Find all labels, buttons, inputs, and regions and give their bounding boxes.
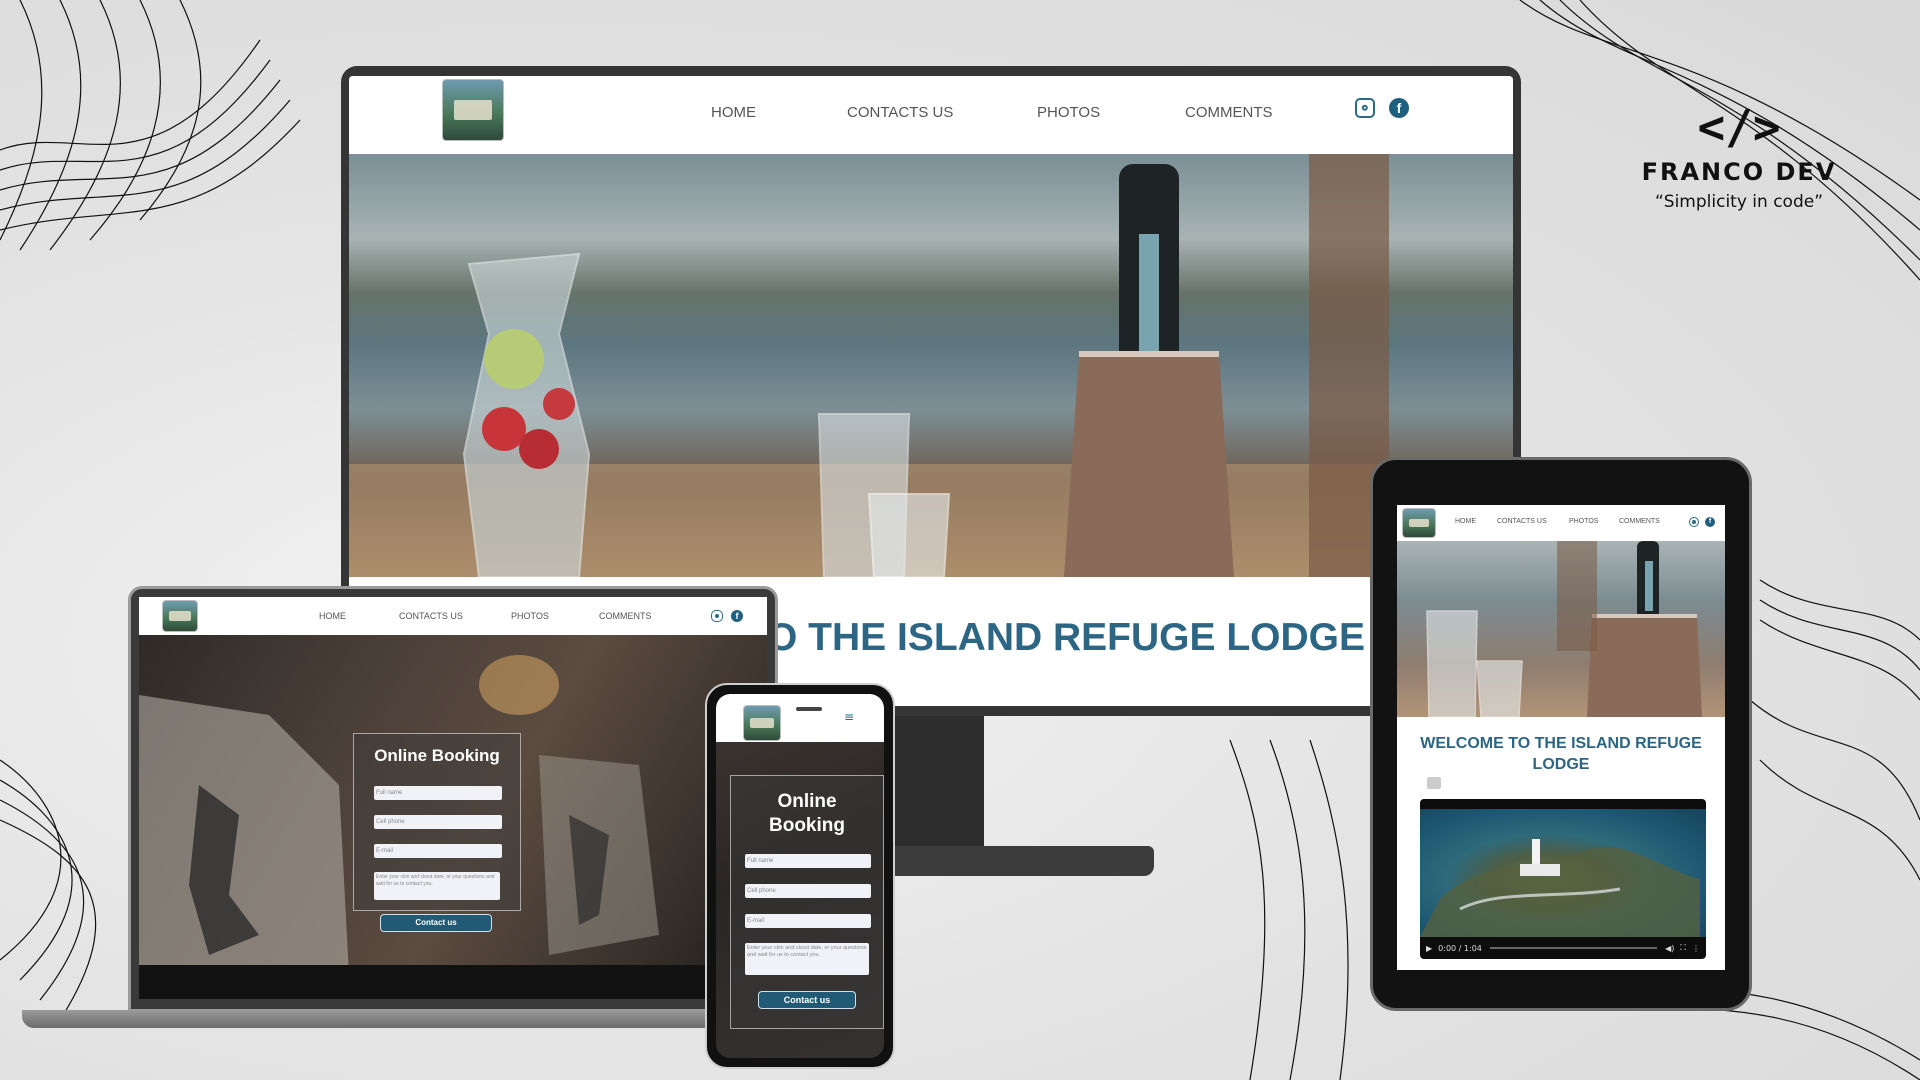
instagram-icon[interactable] — [1689, 517, 1699, 527]
caption-badge — [1427, 777, 1441, 789]
nav-contacts[interactable]: CONTACTS US — [847, 104, 1037, 121]
tablet: HOME CONTACTS US PHOTOS COMMENTS f WELCO… — [1370, 457, 1752, 1011]
phone-navbar: ≡ — [716, 694, 884, 743]
volume-icon[interactable]: ◀) — [1665, 944, 1674, 953]
tablet-social-links: f — [1689, 517, 1715, 527]
laptop-social-links: f — [711, 610, 743, 622]
nav-photos[interactable]: PHOTOS — [1569, 518, 1619, 525]
laptop-nav-links: HOME CONTACTS US PHOTOS COMMENTS — [319, 611, 679, 621]
hero-welcome-title: WELCOME TO THE ISLAND REFUGE LODGE — [1420, 735, 1702, 773]
nav-comments[interactable]: COMMENTS — [599, 611, 679, 621]
hero-photo-art — [349, 154, 1513, 577]
facebook-icon[interactable]: f — [731, 610, 743, 622]
cell-phone-input[interactable]: Cell phone — [745, 884, 871, 898]
fullscreen-icon[interactable]: ⛶ — [1680, 943, 1686, 953]
instagram-icon[interactable] — [1355, 98, 1375, 118]
site-logo[interactable] — [163, 601, 197, 631]
brand-block: </> FRANCO DEV “Simplicity in code” — [1620, 100, 1858, 212]
site-logo[interactable] — [744, 706, 780, 740]
video-controls: ▶ 0:00 / 1:04 ◀) ⛶ ⋮ — [1420, 937, 1706, 959]
laptop: HOME CONTACTS US PHOTOS COMMENTS f Onlin… — [128, 586, 778, 1012]
contact-us-button[interactable]: Contact us — [759, 992, 855, 1008]
desktop-nav-links: HOME CONTACTS US PHOTOS COMMENTS — [711, 104, 1305, 121]
phone-speaker — [796, 707, 822, 711]
email-input[interactable]: E-mail — [745, 914, 871, 928]
nav-comments[interactable]: COMMENTS — [1619, 518, 1669, 525]
play-icon[interactable]: ▶ — [1426, 944, 1432, 953]
full-name-input[interactable]: Full name — [745, 854, 871, 868]
island-aerial-art — [1420, 839, 1700, 937]
video-thumbnail — [1420, 809, 1706, 937]
code-brackets-icon: </> — [1697, 100, 1781, 154]
mobile-phone: ≡ Online Booking Full name Cell phone E-… — [705, 683, 895, 1069]
laptop-navbar: HOME CONTACTS US PHOTOS COMMENTS f — [139, 597, 767, 636]
hero-image — [1397, 541, 1725, 718]
hero-image — [349, 154, 1513, 577]
nav-home[interactable]: HOME — [711, 104, 847, 121]
tablet-nav-links: HOME CONTACTS US PHOTOS COMMENTS — [1455, 518, 1669, 525]
contact-us-button[interactable]: Contact us — [381, 915, 491, 931]
video-player[interactable]: ▶ 0:00 / 1:04 ◀) ⛶ ⋮ — [1420, 799, 1706, 959]
phone-screen: ≡ Online Booking Full name Cell phone E-… — [716, 694, 884, 1058]
brand-name: FRANCO DEV — [1641, 158, 1837, 186]
video-time: 0:00 / 1:04 — [1438, 943, 1482, 953]
hamburger-menu-icon[interactable]: ≡ — [844, 711, 854, 723]
tablet-screen: HOME CONTACTS US PHOTOS COMMENTS f WELCO… — [1397, 505, 1725, 970]
message-textarea[interactable]: Enter your ckin and ckout date, or your … — [745, 943, 869, 975]
nav-photos[interactable]: PHOTOS — [511, 611, 599, 621]
more-options-icon[interactable]: ⋮ — [1692, 944, 1700, 953]
instagram-icon[interactable] — [711, 610, 723, 622]
hero-photo-art — [1426, 541, 1702, 718]
nav-comments[interactable]: COMMENTS — [1185, 104, 1305, 121]
booking-form: Online Booking Full name Cell phone E-ma… — [730, 775, 884, 1029]
nav-contacts[interactable]: CONTACTS US — [1497, 518, 1569, 525]
nav-home[interactable]: HOME — [1455, 518, 1497, 525]
site-logo[interactable] — [443, 80, 503, 140]
laptop-base — [22, 1010, 822, 1028]
tablet-navbar: HOME CONTACTS US PHOTOS COMMENTS f — [1397, 505, 1725, 542]
nav-home[interactable]: HOME — [319, 611, 399, 621]
laptop-screen: HOME CONTACTS US PHOTOS COMMENTS f Onlin… — [139, 597, 767, 999]
facebook-icon[interactable]: f — [1389, 98, 1409, 118]
facebook-icon[interactable]: f — [1705, 517, 1715, 527]
video-progress-bar[interactable] — [1489, 947, 1658, 949]
booking-title: Online Booking — [769, 791, 845, 836]
desktop-social-links: f — [1355, 98, 1409, 118]
nav-photos[interactable]: PHOTOS — [1037, 104, 1185, 121]
site-logo[interactable] — [1403, 509, 1435, 537]
desktop-navbar: HOME CONTACTS US PHOTOS COMMENTS f — [349, 76, 1513, 155]
nav-contacts[interactable]: CONTACTS US — [399, 611, 511, 621]
brand-tagline: “Simplicity in code” — [1654, 192, 1824, 212]
booking-form-actions: Contact us — [353, 733, 521, 931]
